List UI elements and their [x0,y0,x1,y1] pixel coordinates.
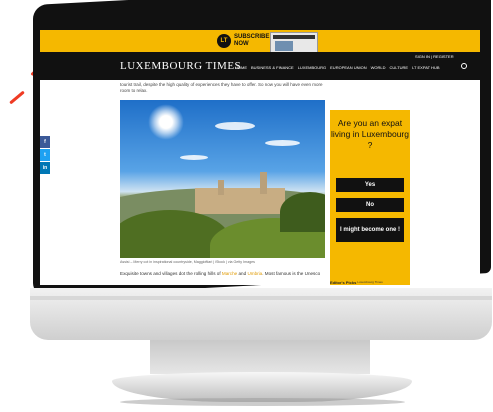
nav-item[interactable]: BUSINESS & FINANCE [251,65,294,70]
poll-no-button[interactable]: No [336,198,404,212]
cloud [180,155,208,160]
article-intro-text: tourist trail, despite the high quality … [120,82,323,93]
poll-maybe-button[interactable]: I might become one ! [336,218,404,242]
body-text: . Most famous is the Unesco [262,271,321,276]
nav-item[interactable]: CULTURE [389,65,408,70]
foreground-trees [280,192,325,232]
login-link[interactable]: SIGN IN | REGISTER [415,54,454,59]
cloud [215,122,255,130]
article-intro: tourist trail, despite the high quality … [120,82,325,94]
church-tower [260,172,267,194]
newspaper-thumbnail[interactable] [270,32,318,54]
main-navigation: LUXEMBOURG TIMES SIGN IN | REGISTER HOME… [40,52,480,80]
facebook-icon[interactable]: f [40,136,50,148]
body-text: Exquisite towns and villages dot the rol… [120,271,222,276]
expat-poll: Are you an expat living in Luxembourg ? … [330,110,410,285]
monitor-neck [150,340,370,374]
linkedin-icon[interactable]: in [40,162,50,174]
article-body: Exquisite towns and villages dot the rol… [120,271,325,277]
nav-item[interactable]: EUROPEAN UNION [330,65,366,70]
subscribe-link[interactable]: SUBSCRIBE NOW [234,34,274,48]
marche-link[interactable]: Marche [222,271,237,276]
monitor-chin-edge [30,296,492,300]
poll-yes-button[interactable]: Yes [336,178,404,192]
stand-shadow [120,398,405,406]
twitter-icon[interactable]: t [40,149,50,161]
town-buildings [195,188,285,214]
umbria-link[interactable]: Umbria [247,271,262,276]
photo-caption: Assisi – Merry cot in inspirational coun… [120,260,255,264]
poll-question: Are you an expat living in Luxembourg ? [331,118,409,150]
cloud [265,140,300,146]
nav-item[interactable]: HOME [235,65,247,70]
nav-item[interactable]: WORLD [371,65,386,70]
subscribe-bar: LT SUBSCRIBE NOW [40,30,480,54]
article-photo [120,100,325,258]
nav-item[interactable]: LT EXPAT HUB [412,65,439,70]
editors-picks-heading: Editor's Picks [330,280,357,285]
decor-dash [9,90,25,105]
search-icon[interactable] [461,63,467,69]
subscribe-badge[interactable]: LT [217,34,231,48]
body-text: and [237,271,248,276]
nav-item[interactable]: LUXEMBOURG [298,65,326,70]
site-logo[interactable]: LUXEMBOURG TIMES [120,60,241,72]
sun [148,104,184,140]
church-tower [218,180,224,195]
monitor-screen: LT SUBSCRIBE NOW LUXEMBOURG TIMES SIGN I… [40,30,480,285]
nav-links: HOME BUSINESS & FINANCE LUXEMBOURG EUROP… [235,65,440,70]
